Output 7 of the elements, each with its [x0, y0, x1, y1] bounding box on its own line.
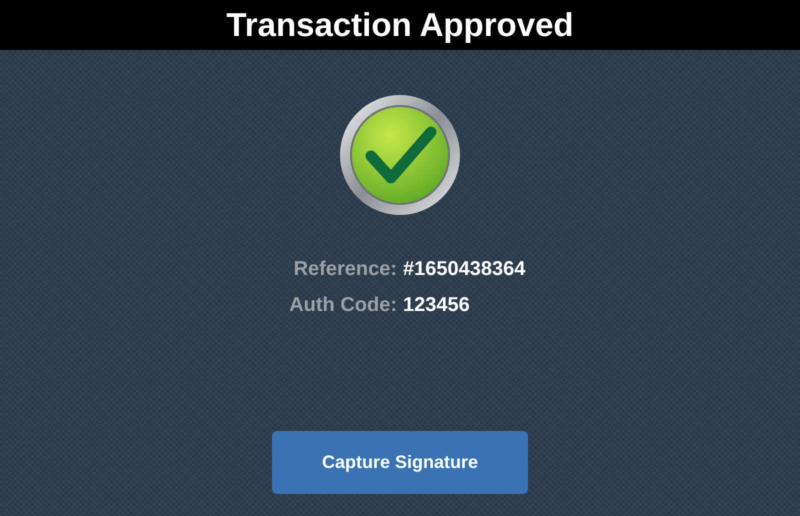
- check-icon: [339, 94, 461, 216]
- screen-title: Transaction Approved: [226, 6, 574, 44]
- field-value: 123456: [403, 294, 470, 317]
- field-value: #1650438364: [403, 258, 526, 281]
- field-label: Auth Code:: [289, 294, 397, 317]
- capture-signature-button[interactable]: Capture Signature: [272, 431, 528, 494]
- field-label: Reference:: [294, 258, 397, 281]
